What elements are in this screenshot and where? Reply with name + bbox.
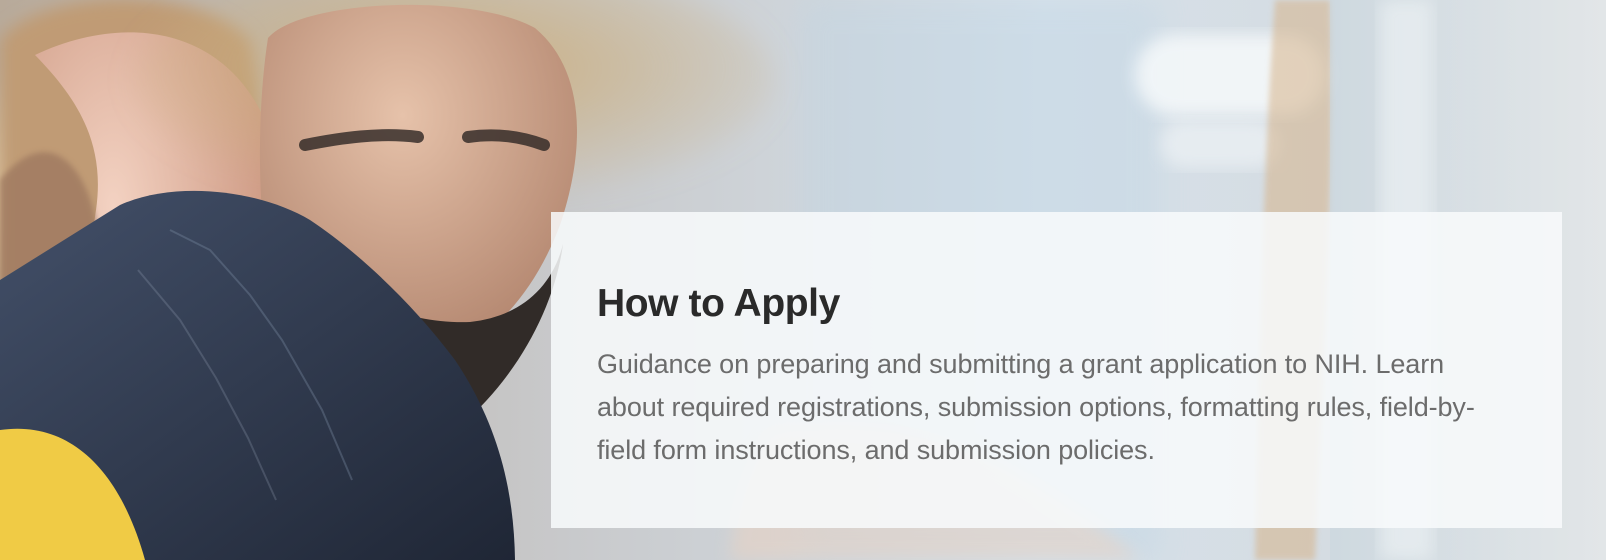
how-to-apply-banner: How to Apply Guidance on preparing and s…: [0, 0, 1606, 560]
info-panel: How to Apply Guidance on preparing and s…: [551, 212, 1562, 528]
how-to-apply-description: Guidance on preparing and submitting a g…: [597, 348, 1475, 466]
how-to-apply-heading[interactable]: How to Apply: [597, 282, 1516, 327]
